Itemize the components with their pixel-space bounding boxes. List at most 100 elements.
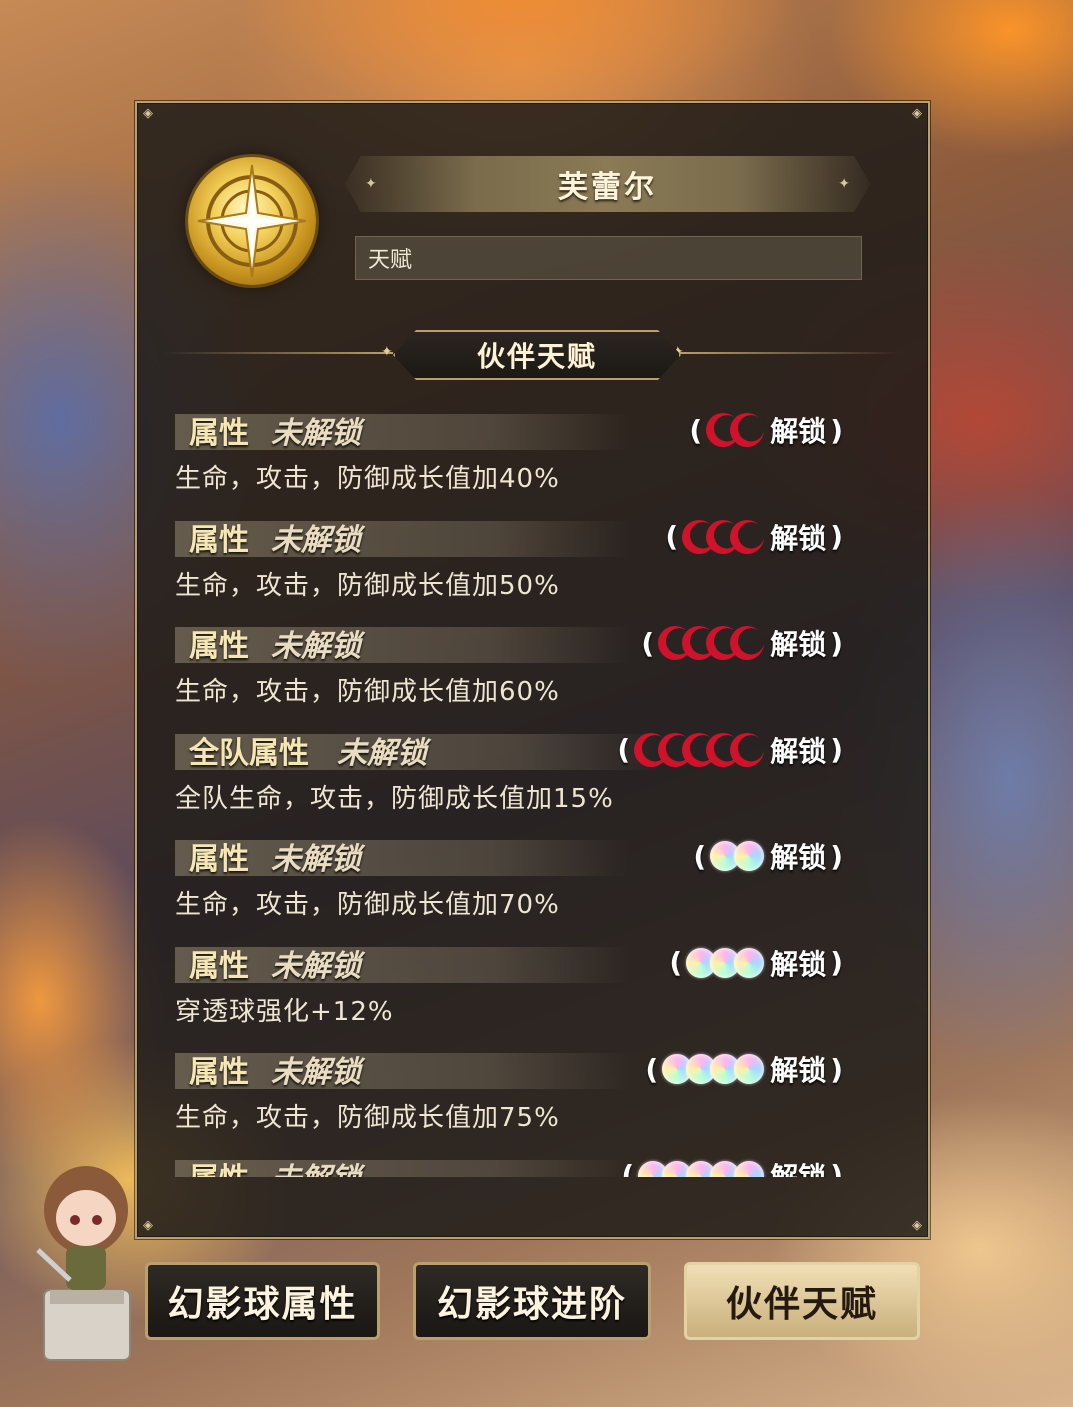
paren-close: ) [830,413,843,447]
character-name-banner: ✦ 芙蕾尔 ✦ [345,156,870,212]
unlock-label: 解锁 [770,947,827,981]
talent-row[interactable]: 属性 未解锁 ( 解锁) 生命，攻击，防御成长值加75% [165,1039,865,1145]
talent-description: 穿透球强化+12% [175,996,394,1027]
red-moon-icon [730,519,765,554]
talent-status: 未解锁 [271,1154,361,1178]
talent-status: 未解锁 [271,416,361,451]
paren-close: ) [830,733,843,766]
talent-type: 属性 [189,1154,249,1178]
unlock-label: 解锁 [770,1054,827,1087]
talent-row[interactable]: 全队属性 未解锁 (解锁) 全队生命，攻击，防御成长值加15% [165,720,865,826]
requirement-icons [706,413,765,447]
unlock-requirement: ( 解锁) [617,1156,847,1178]
unlock-label: 解锁 [770,628,827,661]
unlock-label: 解锁 [770,521,827,555]
paren-close: ) [830,839,843,873]
talent-type: 属性 [189,629,249,664]
requirement-icons [638,1160,765,1177]
talent-status: 未解锁 [271,948,361,984]
unlock-label: 解锁 [770,841,827,874]
talent-status: 未解锁 [337,735,427,771]
section-divider-left [163,352,393,354]
unlock-requirement: ( 解锁) [685,410,847,450]
talent-row[interactable]: 属性 未解锁 ( 解锁) 穿透球强化+12% [165,933,865,1039]
diamond-ornament-icon: ✦ [365,176,377,192]
corner-ornament-icon: ◈ [912,106,922,121]
talent-type: 属性 [189,522,249,558]
diamond-ornament-icon: ✦ [838,176,850,192]
talent-type: 属性 [189,948,249,984]
red-moon-icon [730,413,765,447]
requirement-icons [686,947,765,978]
requirement-icons [682,519,765,554]
paren-close: ) [830,1159,843,1177]
talent-description: 生命，攻击，防御成长值加75% [175,1103,560,1133]
talent-description: 生命，攻击，防御成长值加50% [175,570,560,601]
talent-list[interactable]: 属性 未解锁(解锁) 生命，攻击，防御成长值加40% 属性 未解锁(解锁) 生命，攻击，防… [165,400,865,1177]
talent-type: 属性 [189,416,249,451]
requirement-icons [658,626,765,660]
talent-description: 生命，攻击，防御成长值加40% [175,464,560,494]
talent-row[interactable]: 属性 未解锁 ( 解锁) 生命，攻击，防御成长值加70% [165,826,865,932]
paren-open: ( [641,626,655,660]
paren-open: ( [669,946,683,979]
unlock-label: 解锁 [770,1160,827,1178]
tab-partner-talent[interactable]: 伙伴天赋 [684,1262,920,1340]
talent-row[interactable]: 属性 未解锁 ( 解锁) 生命，攻击，防御成长值加50% [165,507,865,613]
chibi-avatar[interactable] [30,1140,140,1370]
talent-row[interactable]: 属性未解锁 ( 解锁) [165,1146,865,1178]
talent-type: 全队属性 [189,735,309,771]
paren-close: ) [830,626,843,660]
talent-description: 生命，攻击，防御成长值加60% [175,677,560,707]
talent-description: 生命，攻击，防御成长值加70% [175,890,560,920]
talent-status: 未解锁 [271,842,361,877]
paren-close: ) [830,520,843,553]
red-moon-icon [730,732,765,767]
unlock-requirement: ( 解锁) [641,1049,847,1089]
requirement-icons [662,1054,765,1084]
corner-ornament-icon: ◈ [143,106,153,121]
paren-open: ( [645,1052,659,1086]
tab-phantom-ball-attributes[interactable]: 幻影球属性 [145,1262,380,1340]
rainbow-gem-icon [734,1160,765,1177]
diamond-ornament-icon: ✦ [381,344,393,360]
tab-label: 幻影球属性 [167,1284,358,1325]
rainbow-gem-icon [734,1054,765,1084]
character-name: 芙蕾尔 [558,170,657,205]
unlock-label: 解锁 [770,734,827,768]
rainbow-gem-icon [734,841,765,871]
section-divider-right [677,352,902,354]
talent-status: 未解锁 [271,629,361,664]
tab-phantom-ball-advance[interactable]: 幻影球进阶 [413,1262,651,1340]
unlock-requirement: ( 解锁) [613,730,847,770]
talent-type: 属性 [189,842,249,877]
talent-row[interactable]: 属性 未解锁 ( 解锁) 生命，攻击，防御成长值加60% [165,613,865,719]
subtitle-text: 天赋 [368,248,413,273]
corner-ornament-icon: ◈ [912,1218,922,1233]
tab-label: 幻影球进阶 [436,1284,627,1325]
paren-open: ( [665,520,679,553]
red-moon-icon [730,626,765,660]
unlock-requirement: ( 解锁) [689,836,847,876]
paren-open: ( [689,413,703,447]
talent-status: 未解锁 [271,522,361,558]
talent-row[interactable]: 属性 未解锁 ( 解锁) 生命，攻击，防御成长值加40% [165,400,865,506]
section-title: 伙伴天赋 [393,330,681,380]
paren-open: ( [617,733,631,766]
talent-emblem-icon [188,157,316,285]
requirement-icons [710,841,765,871]
talent-type: 属性 [189,1055,249,1090]
talent-subtitle: 天赋 [355,236,862,280]
tab-label: 伙伴天赋 [725,1284,878,1325]
rainbow-gem-icon [734,947,765,978]
talent-status: 未解锁 [271,1055,361,1090]
paren-close: ) [830,946,843,979]
paren-close: ) [830,1052,843,1086]
unlock-requirement: ( 解锁) [637,623,847,663]
requirement-icons [634,732,765,767]
unlock-requirement: ( 解锁) [661,517,847,557]
paren-open: ( [693,839,707,873]
paren-open: ( [621,1159,635,1177]
unlock-label: 解锁 [770,415,827,448]
unlock-requirement: ( 解锁) [665,943,847,983]
